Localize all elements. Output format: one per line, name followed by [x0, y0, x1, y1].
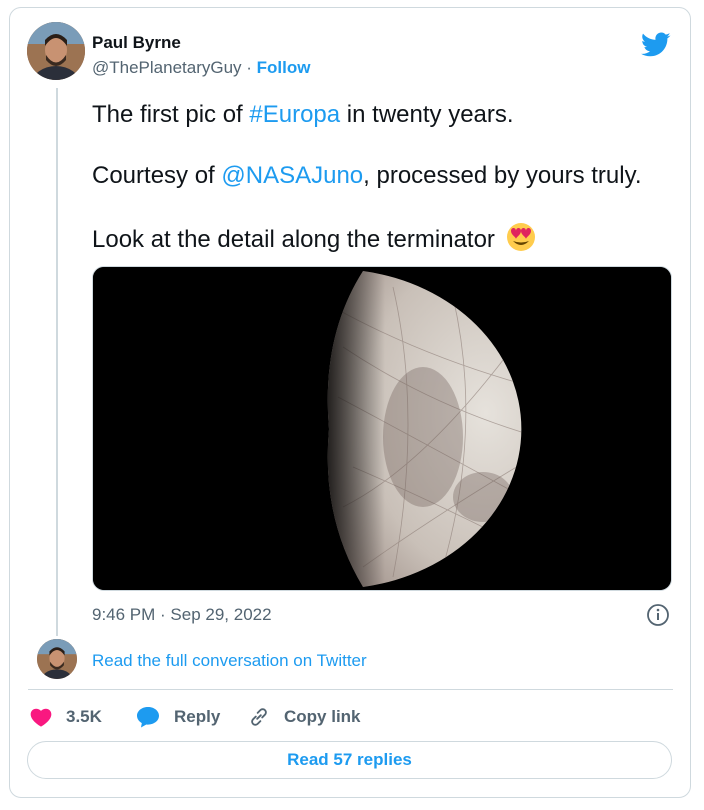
copy-link-button[interactable]: Copy link: [248, 705, 361, 729]
divider: [28, 689, 673, 690]
info-icon[interactable]: [646, 603, 670, 627]
tweet-text: Look at the detail along the terminator: [92, 226, 495, 253]
author-handle-row: @ThePlanetaryGuy · Follow: [92, 58, 310, 78]
tweet-text: , processed by yours truly.: [363, 162, 642, 189]
tweet-text: in twenty years.: [340, 101, 514, 128]
tweet-media-image[interactable]: [92, 266, 672, 591]
reply-label: Reply: [174, 707, 221, 726]
tweet-text: The first pic of: [92, 101, 250, 128]
reply-bubble-icon: [137, 707, 159, 728]
follow-button[interactable]: Follow: [257, 58, 311, 77]
tweet-text-line-2: Courtesy of @NASAJuno, processed by your…: [92, 162, 642, 190]
tweet-card: Paul Byrne @ThePlanetaryGuy · Follow The…: [9, 7, 691, 798]
handle-separator: ·: [241, 58, 257, 77]
heart-icon: [30, 708, 52, 727]
twitter-bird-icon[interactable]: [641, 32, 671, 58]
read-conversation-link[interactable]: Read the full conversation on Twitter: [92, 651, 367, 671]
author-avatar[interactable]: [27, 22, 85, 80]
mention-link[interactable]: @NASAJuno: [221, 162, 363, 189]
like-count: 3.5K: [66, 707, 102, 726]
hashtag-link[interactable]: #Europa: [249, 101, 340, 128]
link-chain-icon: [251, 708, 267, 726]
europa-photo: [93, 267, 671, 590]
tweet-timestamp[interactable]: 9:46 PM · Sep 29, 2022: [92, 605, 272, 625]
heart-eyes-emoji-icon: [506, 223, 535, 251]
reply-button[interactable]: Reply: [136, 705, 220, 729]
tweet-text-line-1: The first pic of #Europa in twenty years…: [92, 101, 514, 129]
like-button[interactable]: 3.5K: [30, 705, 102, 729]
small-avatar[interactable]: [37, 639, 77, 679]
thread-line: [56, 88, 58, 636]
author-handle[interactable]: @ThePlanetaryGuy: [92, 58, 242, 77]
tweet-text: Courtesy of: [92, 162, 222, 189]
copy-link-label: Copy link: [284, 707, 361, 726]
tweet-text-line-3: Look at the detail along the terminator: [92, 222, 536, 254]
read-replies-button[interactable]: Read 57 replies: [27, 741, 672, 779]
author-name[interactable]: Paul Byrne: [92, 33, 181, 53]
